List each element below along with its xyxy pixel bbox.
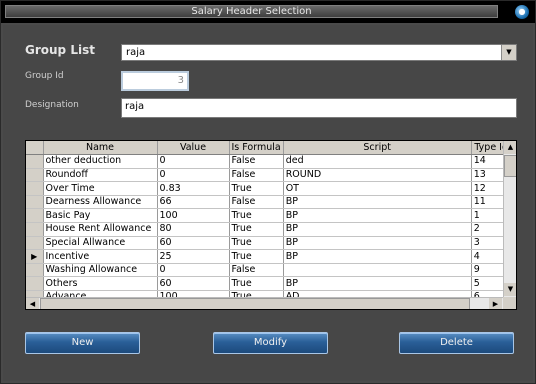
title-bar: Salary Header Selection ● bbox=[1, 1, 535, 23]
row-selector[interactable] bbox=[26, 195, 44, 210]
cell-script[interactable]: BP bbox=[283, 222, 472, 237]
cell-value[interactable]: 0 bbox=[157, 263, 230, 278]
group-id-label: Group Id bbox=[25, 71, 64, 81]
row-selector[interactable] bbox=[26, 222, 44, 237]
vertical-scroll-thumb[interactable] bbox=[504, 155, 516, 177]
cell-value[interactable]: 60 bbox=[157, 236, 230, 251]
cell-script[interactable]: ROUND bbox=[283, 168, 472, 183]
salary-header-window: Salary Header Selection ● Group List raj… bbox=[0, 0, 536, 384]
group-id-field[interactable]: 3 bbox=[121, 71, 189, 91]
cell-script[interactable]: ded bbox=[283, 154, 472, 169]
cell-name[interactable]: Special Allwance bbox=[43, 236, 158, 251]
modify-button[interactable]: Modify bbox=[213, 332, 328, 354]
row-selector[interactable] bbox=[26, 236, 44, 251]
cell-is-formula[interactable]: True bbox=[229, 236, 284, 251]
cell-name[interactable]: Others bbox=[43, 276, 158, 292]
table-row[interactable]: Dearness Allowance 66 False BP 11 bbox=[26, 195, 512, 210]
current-row-arrow-icon[interactable]: ▶ bbox=[26, 249, 44, 264]
cell-value[interactable]: 0 bbox=[157, 154, 230, 169]
delete-button[interactable]: Delete bbox=[399, 332, 514, 354]
cell-name[interactable]: Roundoff bbox=[43, 168, 158, 183]
column-header-value[interactable]: Value bbox=[157, 141, 230, 156]
cell-script[interactable]: BP bbox=[283, 236, 472, 251]
column-header-is-formula[interactable]: Is Formula bbox=[229, 141, 284, 156]
scroll-right-icon[interactable]: ▶ bbox=[489, 298, 502, 309]
grid-header-row: Name Value Is Formula Script Type Id bbox=[26, 141, 512, 156]
scroll-down-icon[interactable]: ▼ bbox=[504, 283, 516, 296]
grid-table: Name Value Is Formula Script Type Id oth… bbox=[26, 141, 512, 305]
scroll-left-icon[interactable]: ◀ bbox=[26, 298, 39, 309]
horizontal-scroll-thumb[interactable] bbox=[40, 298, 470, 309]
cell-is-formula[interactable]: True bbox=[229, 181, 284, 196]
table-row[interactable]: Others 60 True BP 5 bbox=[26, 276, 512, 292]
cell-script[interactable]: BP bbox=[283, 276, 472, 292]
horizontal-scrollbar[interactable]: ◀ ▶ bbox=[26, 297, 503, 309]
table-row[interactable]: Special Allwance 60 True BP 3 bbox=[26, 236, 512, 251]
row-selector[interactable] bbox=[26, 181, 44, 196]
cell-name[interactable]: Over Time bbox=[43, 181, 158, 196]
column-header-name[interactable]: Name bbox=[43, 141, 158, 156]
cell-name[interactable]: House Rent Allowance bbox=[43, 222, 158, 237]
designation-field[interactable]: raja bbox=[121, 98, 517, 118]
salary-header-grid[interactable]: Name Value Is Formula Script Type Id oth… bbox=[25, 140, 517, 310]
table-row[interactable]: Over Time 0.83 True OT 12 bbox=[26, 181, 512, 196]
column-header-script[interactable]: Script bbox=[283, 141, 472, 156]
cell-value[interactable]: 0.83 bbox=[157, 181, 230, 196]
close-icon[interactable]: ● bbox=[515, 5, 529, 19]
vertical-scrollbar[interactable]: ▲ ▼ bbox=[503, 141, 516, 297]
cell-name[interactable]: other deduction bbox=[43, 154, 158, 169]
table-row[interactable]: Roundoff 0 False ROUND 13 bbox=[26, 168, 512, 183]
cell-script[interactable]: BP bbox=[283, 195, 472, 210]
cell-name[interactable]: Basic Pay bbox=[43, 208, 158, 224]
cell-script[interactable] bbox=[283, 263, 472, 278]
scrollbar-corner bbox=[503, 297, 516, 309]
table-row[interactable]: Basic Pay 100 True BP 1 bbox=[26, 208, 512, 224]
cell-script[interactable]: BP bbox=[283, 208, 472, 224]
group-list-label: Group List bbox=[25, 43, 95, 57]
cell-value[interactable]: 0 bbox=[157, 168, 230, 183]
cell-value[interactable]: 80 bbox=[157, 222, 230, 237]
cell-value[interactable]: 100 bbox=[157, 208, 230, 224]
group-list-value: raja bbox=[126, 47, 146, 58]
cell-is-formula[interactable]: False bbox=[229, 154, 284, 169]
cell-value[interactable]: 25 bbox=[157, 249, 230, 264]
cell-is-formula[interactable]: True bbox=[229, 208, 284, 224]
cell-is-formula[interactable]: False bbox=[229, 195, 284, 210]
designation-label: Designation bbox=[25, 100, 79, 110]
cell-name[interactable]: Dearness Allowance bbox=[43, 195, 158, 210]
cell-value[interactable]: 60 bbox=[157, 276, 230, 292]
table-row[interactable]: Washing Allowance 0 False 9 bbox=[26, 263, 512, 278]
row-selector[interactable] bbox=[26, 168, 44, 183]
cell-is-formula[interactable]: False bbox=[229, 263, 284, 278]
table-row[interactable]: House Rent Allowance 80 True BP 2 bbox=[26, 222, 512, 237]
table-row[interactable]: ▶ Incentive 25 True BP 4 bbox=[26, 249, 512, 264]
cell-is-formula[interactable]: True bbox=[229, 249, 284, 264]
cell-name[interactable]: Incentive bbox=[43, 249, 158, 264]
group-list-dropdown[interactable]: raja ▼ bbox=[121, 44, 517, 61]
new-button[interactable]: New bbox=[25, 332, 140, 354]
cell-value[interactable]: 66 bbox=[157, 195, 230, 210]
row-selector-header bbox=[26, 141, 44, 156]
row-selector[interactable] bbox=[26, 208, 44, 224]
cell-script[interactable]: OT bbox=[283, 181, 472, 196]
cell-is-formula[interactable]: False bbox=[229, 168, 284, 183]
cell-is-formula[interactable]: True bbox=[229, 276, 284, 292]
row-selector[interactable] bbox=[26, 154, 44, 169]
table-row[interactable]: other deduction 0 False ded 14 bbox=[26, 154, 512, 169]
cell-script[interactable]: BP bbox=[283, 249, 472, 264]
cell-is-formula[interactable]: True bbox=[229, 222, 284, 237]
row-selector[interactable] bbox=[26, 276, 44, 292]
row-selector[interactable] bbox=[26, 263, 44, 278]
chevron-down-icon[interactable]: ▼ bbox=[501, 45, 516, 60]
window-title: Salary Header Selection bbox=[5, 5, 498, 18]
cell-name[interactable]: Washing Allowance bbox=[43, 263, 158, 278]
scroll-up-icon[interactable]: ▲ bbox=[504, 141, 516, 154]
